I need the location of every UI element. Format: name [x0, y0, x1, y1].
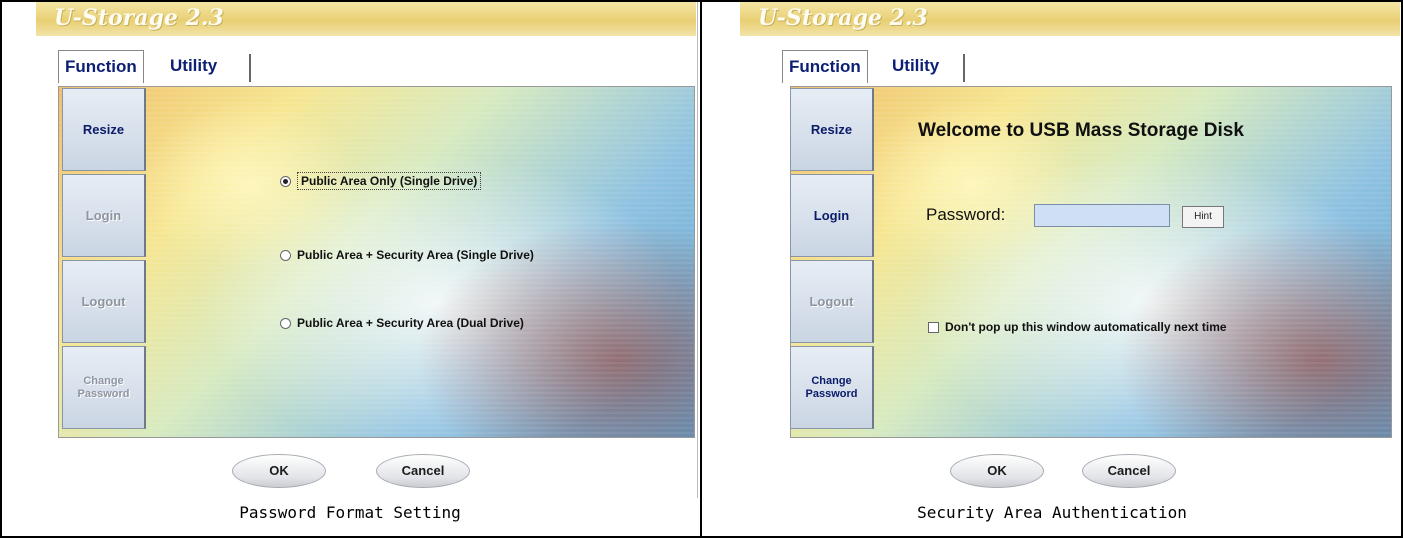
radio-icon[interactable] [280, 249, 291, 261]
title-bar: U-Storage 2.3 [740, 2, 1400, 36]
option-label: Public Area + Security Area (Dual Drive) [297, 316, 524, 330]
radio-icon[interactable] [280, 317, 291, 329]
tab-function[interactable]: Function [782, 50, 868, 83]
app-title: U-Storage 2.3 [758, 5, 928, 31]
ok-button[interactable]: OK [232, 454, 326, 488]
ok-button[interactable]: OK [950, 454, 1044, 488]
sidebar-item-resize[interactable]: Resize [62, 88, 146, 171]
option-public-only[interactable]: Public Area Only (Single Drive) [280, 172, 482, 190]
cancel-button[interactable]: Cancel [376, 454, 470, 488]
tab-utility[interactable]: Utility [164, 50, 223, 82]
password-format-panel: U-Storage 2.3 Function Utility Resize Lo… [36, 2, 698, 498]
password-label: Password: [926, 205, 1006, 224]
password-input[interactable] [1034, 204, 1170, 227]
option-public-security-single[interactable]: Public Area + Security Area (Single Driv… [280, 248, 534, 262]
option-label: Public Area Only (Single Drive) [297, 172, 482, 190]
checkbox-label: Don't pop up this window automatically n… [945, 320, 1227, 334]
sidebar-item-logout[interactable]: Logout [790, 260, 874, 343]
dont-popup-option[interactable]: Don't pop up this window automatically n… [928, 320, 1227, 334]
security-auth-panel: U-Storage 2.3 Function Utility Resize Lo… [740, 2, 1400, 498]
welcome-heading: Welcome to USB Mass Storage Disk [918, 120, 1244, 141]
caption-security-auth: Security Area Authentication [917, 503, 1187, 522]
option-label: Public Area + Security Area (Single Driv… [297, 248, 534, 262]
panel-divider [700, 0, 702, 538]
radio-checked-icon[interactable] [280, 175, 291, 187]
title-bar: U-Storage 2.3 [36, 2, 696, 36]
checkbox-icon[interactable] [928, 321, 939, 333]
sidebar-item-login[interactable]: Login [790, 174, 874, 257]
option-public-security-dual[interactable]: Public Area + Security Area (Dual Drive) [280, 316, 524, 330]
sidebar-item-change-password[interactable]: Change Password [790, 346, 874, 429]
sidebar-item-login[interactable]: Login [62, 174, 146, 257]
sidebar-item-resize[interactable]: Resize [790, 88, 874, 171]
tab-function[interactable]: Function [58, 50, 144, 83]
sidebar-item-logout[interactable]: Logout [62, 260, 146, 343]
app-title: U-Storage 2.3 [54, 5, 224, 31]
hint-button[interactable]: Hint [1182, 206, 1224, 228]
sidebar-item-change-password[interactable]: Change Password [62, 346, 146, 429]
tab-utility[interactable]: Utility [886, 50, 945, 82]
content-area [58, 86, 695, 438]
cancel-button[interactable]: Cancel [1082, 454, 1176, 488]
caption-password-format: Password Format Setting [239, 503, 461, 522]
